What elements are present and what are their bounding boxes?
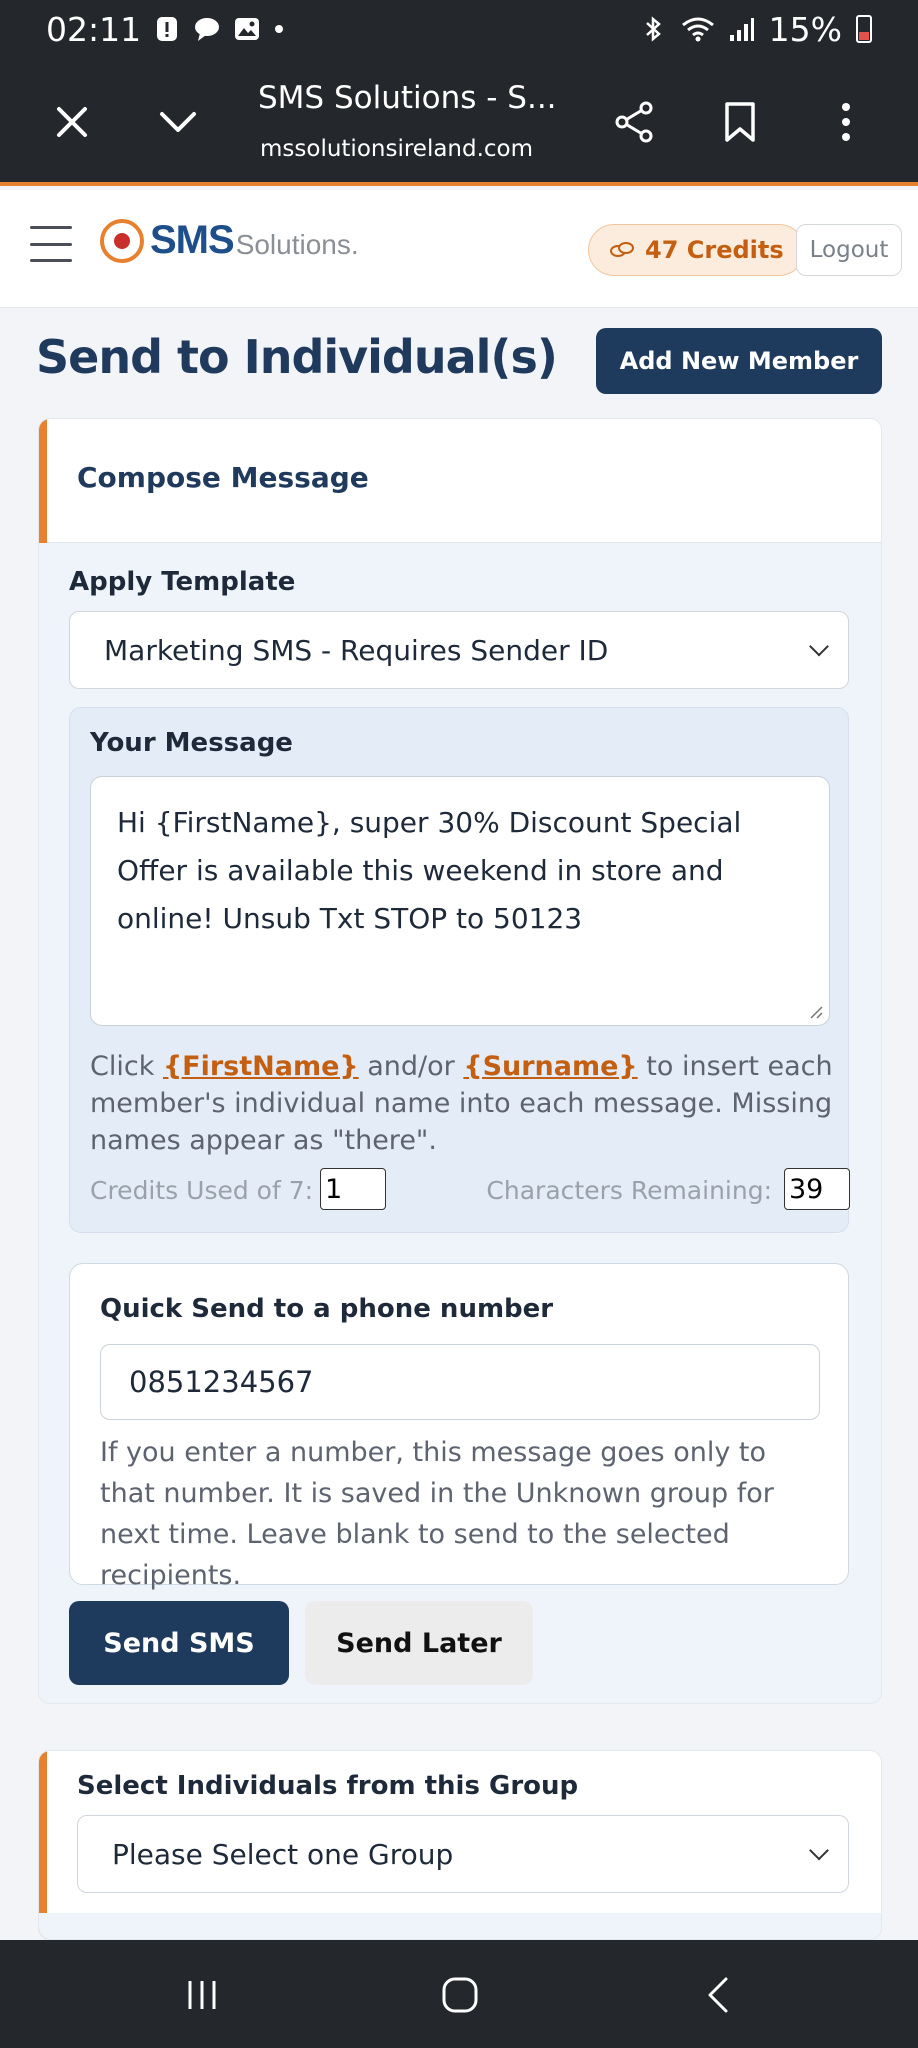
share-button[interactable] bbox=[604, 92, 664, 152]
browser-tab-title[interactable]: SMS Solutions - S... bbox=[258, 80, 557, 116]
logout-button[interactable]: Logout bbox=[796, 224, 902, 276]
battery-percent: 15% bbox=[768, 9, 842, 49]
chevron-down-icon bbox=[160, 112, 196, 132]
home-button[interactable] bbox=[430, 1970, 490, 2020]
back-icon bbox=[708, 1977, 728, 2013]
coins-icon bbox=[610, 242, 634, 257]
compose-card: Compose Message Apply Template Marketing… bbox=[38, 418, 882, 1704]
group-selected-value: Please Select one Group bbox=[112, 1837, 454, 1871]
compose-card-header: Compose Message bbox=[39, 419, 881, 543]
hint-prefix: Click bbox=[90, 1051, 155, 1082]
template-select[interactable]: Marketing SMS - Requires Sender ID bbox=[69, 611, 849, 689]
logo-signal-icon bbox=[100, 218, 144, 263]
signal-icon bbox=[729, 18, 754, 41]
resize-handle-icon[interactable] bbox=[807, 1003, 823, 1019]
browser-url[interactable]: mssolutionsireland.com bbox=[260, 136, 533, 162]
minimize-tab-button[interactable] bbox=[148, 92, 208, 152]
add-new-member-button[interactable]: Add New Member bbox=[596, 328, 882, 394]
credits-text: 47 Credits bbox=[645, 236, 784, 264]
battery-icon bbox=[856, 15, 872, 43]
status-bar: 02:11 15% bbox=[0, 0, 918, 58]
bookmark-button[interactable] bbox=[710, 92, 770, 152]
menu-icon[interactable] bbox=[30, 226, 72, 262]
card-accent-bar bbox=[39, 1751, 47, 1939]
message-label: Your Message bbox=[90, 728, 293, 758]
logo-text-sub: Solutions. bbox=[235, 228, 359, 260]
firstname-tag-link[interactable]: {FirstName} bbox=[163, 1051, 359, 1082]
quick-send-hint: If you enter a number, this message goes… bbox=[100, 1437, 774, 1591]
chars-remaining-field: 39 bbox=[784, 1168, 850, 1210]
send-later-button[interactable]: Send Later bbox=[305, 1601, 533, 1685]
group-card: Select Individuals from this Group Pleas… bbox=[38, 1750, 882, 1940]
share-icon bbox=[615, 101, 653, 143]
merge-tag-hint: Click {FirstName} and/or {Surname} to in… bbox=[90, 1048, 850, 1159]
quick-send-label: Quick Send to a phone number bbox=[100, 1294, 554, 1324]
more-vert-icon bbox=[842, 103, 850, 141]
close-tab-button[interactable] bbox=[42, 92, 102, 152]
chat-bubble-icon bbox=[195, 18, 220, 41]
close-icon bbox=[57, 107, 87, 137]
send-sms-button[interactable]: Send SMS bbox=[69, 1601, 289, 1685]
recent-apps-button[interactable] bbox=[172, 1970, 232, 2020]
chevron-down-icon bbox=[809, 636, 829, 657]
site-header: SMS Solutions. 47 Credits Logout bbox=[0, 190, 918, 308]
dot-icon bbox=[275, 25, 284, 33]
bluetooth-icon bbox=[645, 16, 661, 42]
credits-used-label: Credits Used of 7: bbox=[90, 1176, 314, 1205]
image-icon bbox=[235, 18, 260, 40]
wifi-icon bbox=[681, 17, 714, 42]
logo-text-main: SMS bbox=[150, 218, 235, 262]
message-textarea[interactable]: Hi {FirstName}, super 30% Discount Speci… bbox=[90, 776, 830, 1026]
quick-send-panel: Quick Send to a phone number 0851234567 … bbox=[69, 1263, 849, 1591]
compose-heading: Compose Message bbox=[77, 461, 369, 494]
surname-tag-link[interactable]: {Surname} bbox=[463, 1051, 637, 1082]
counter-row: Credits Used of 7: 1 Characters Remainin… bbox=[90, 1168, 850, 1212]
home-icon bbox=[442, 1977, 478, 2013]
message-panel: Your Message Hi {FirstName}, super 30% D… bbox=[69, 707, 850, 1233]
card-accent-bar bbox=[39, 419, 47, 543]
system-nav-bar bbox=[0, 1940, 918, 2048]
credits-used-field: 1 bbox=[320, 1168, 386, 1210]
back-button[interactable] bbox=[688, 1970, 748, 2020]
group-card-footer bbox=[39, 1913, 881, 1939]
status-time: 02:11 bbox=[46, 9, 142, 49]
hint-and: and/or bbox=[367, 1051, 455, 1082]
site-logo[interactable]: SMS Solutions. bbox=[100, 218, 359, 263]
recent-apps-icon bbox=[188, 1981, 216, 2009]
credits-badge[interactable]: 47 Credits bbox=[588, 224, 805, 276]
page-title: Send to Individual(s) bbox=[36, 330, 558, 384]
template-label: Apply Template bbox=[69, 567, 296, 597]
chars-remaining-label: Characters Remaining: bbox=[486, 1176, 772, 1205]
template-selected-value: Marketing SMS - Requires Sender ID bbox=[104, 633, 609, 667]
group-label: Select Individuals from this Group bbox=[77, 1771, 579, 1801]
alert-icon bbox=[157, 17, 178, 41]
group-select[interactable]: Please Select one Group bbox=[77, 1815, 849, 1893]
bookmark-icon bbox=[725, 102, 755, 142]
chevron-down-icon bbox=[809, 1840, 829, 1861]
phone-number-input[interactable]: 0851234567 bbox=[100, 1344, 820, 1420]
message-text: Hi {FirstName}, super 30% Discount Speci… bbox=[117, 806, 742, 935]
browser-toolbar: SMS Solutions - S... mssolutionsireland.… bbox=[0, 58, 918, 186]
more-options-button[interactable] bbox=[816, 92, 876, 152]
